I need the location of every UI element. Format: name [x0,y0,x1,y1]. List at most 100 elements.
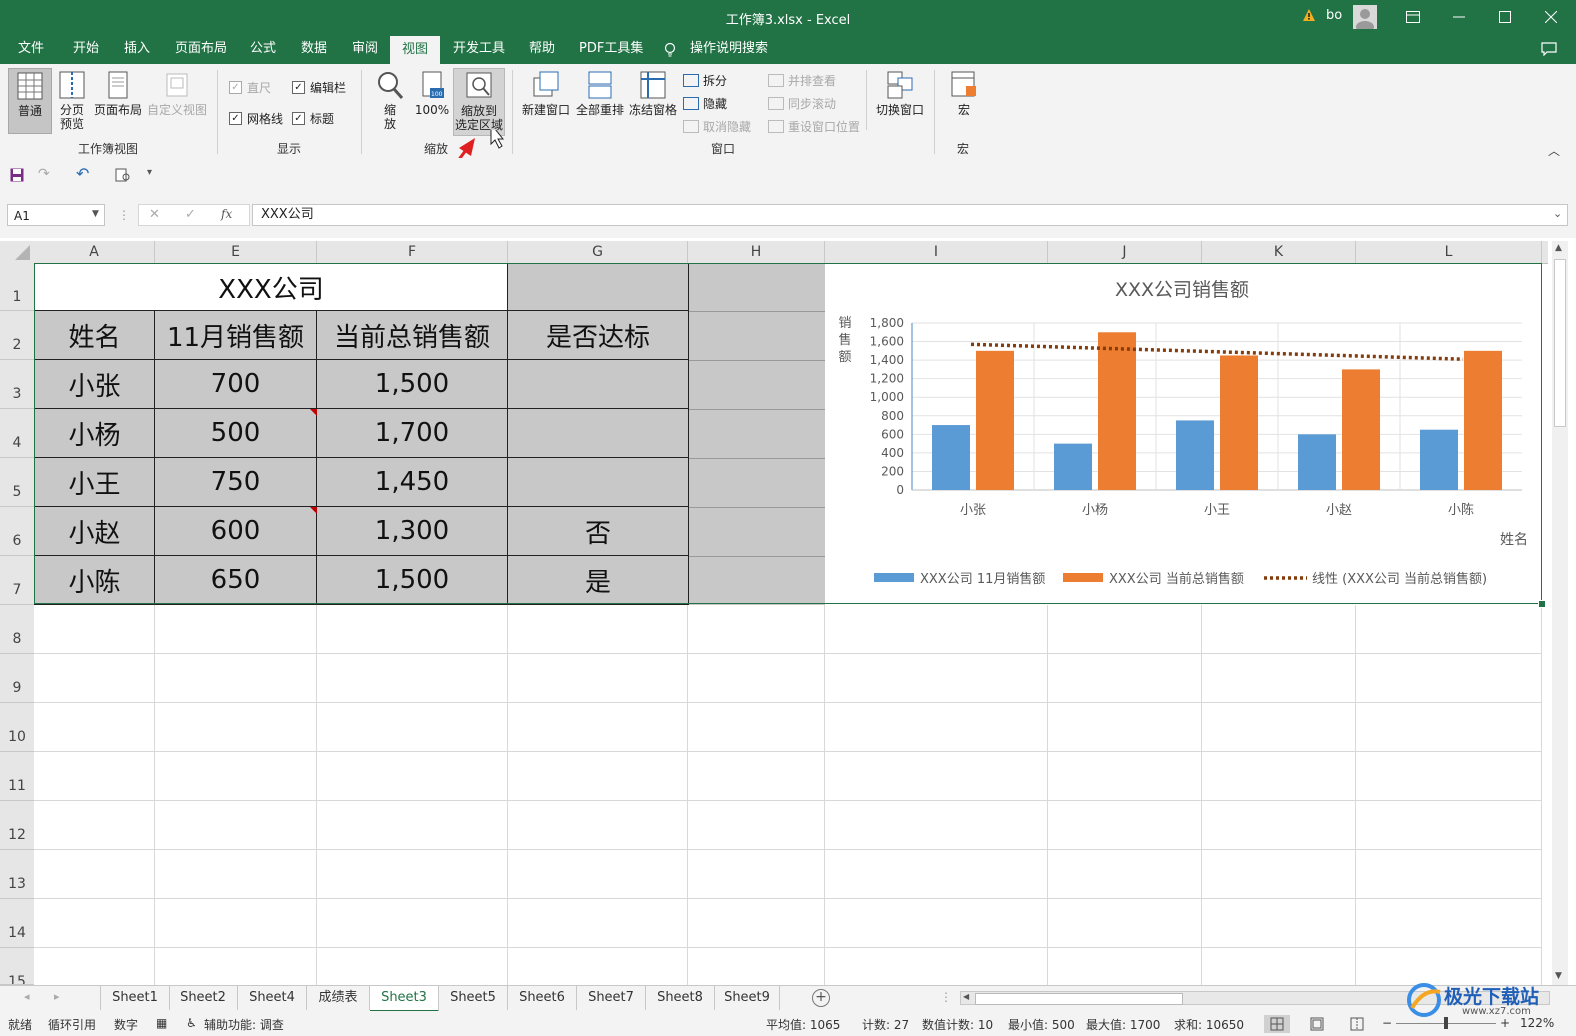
sheet-tab[interactable]: Sheet5 [439,986,508,1010]
column-header[interactable]: J [1048,241,1202,263]
switch-windows-button[interactable]: 切换窗口 [874,70,926,117]
gridlines-checkbox[interactable]: ✓ 网格线 [229,110,283,127]
view-side-by-side-button[interactable]: 并排查看 [768,72,836,89]
insert-function-icon[interactable]: fx [221,207,232,221]
column-header[interactable]: F [317,241,508,263]
arrange-all-button[interactable]: 全部重排 [575,70,625,117]
minimize-icon[interactable] [1436,0,1482,34]
tab-scroll-left-icon[interactable]: ◂ [24,990,30,1003]
zoom-out-icon[interactable]: − [1382,1016,1392,1030]
table-header-cell[interactable]: 当前总销售额 [317,311,508,360]
vertical-scrollbar[interactable]: ▲ ▼ [1552,241,1568,985]
redo-icon[interactable]: ↷ [38,166,50,182]
row-header[interactable]: 7 [0,556,34,605]
tell-me-search[interactable]: 操作说明搜索 [688,34,770,64]
comments-icon[interactable] [1541,42,1557,57]
name-box-dropdown-icon[interactable]: ▼ [92,209,99,219]
row-header[interactable]: 5 [0,458,34,507]
page-layout-status-icon[interactable] [1310,1017,1324,1034]
row-header[interactable]: 14 [0,899,34,948]
table-cell[interactable]: 650 [155,556,317,605]
sheet-tab[interactable]: Sheet7 [577,986,646,1010]
unhide-button[interactable]: 取消隐藏 [683,118,751,135]
table-cell[interactable]: 否 [508,507,689,556]
user-name[interactable]: bo [1326,8,1342,23]
page-layout-view-button[interactable]: 页面布局 [92,70,144,117]
table-title-cell[interactable]: XXX公司 [34,263,508,311]
tab-developer[interactable]: 开发工具 [451,34,507,64]
sheet-tab[interactable]: 成绩表 [307,986,370,1010]
hide-button[interactable]: 隐藏 [683,95,727,112]
tab-scroll-right-icon[interactable]: ▸ [54,990,60,1003]
tab-page-layout[interactable]: 页面布局 [173,34,229,64]
column-header[interactable]: A [34,241,155,263]
normal-view-status-icon[interactable] [1264,1015,1290,1033]
table-cell[interactable]: 700 [155,360,317,409]
split-button[interactable]: 拆分 [683,72,727,89]
sales-chart[interactable]: XXX公司销售额销售额 0 200 400 600 800 1,000 1,200 1,400 1… [825,263,1541,603]
table-cell[interactable]: 500 [155,409,317,458]
tab-view[interactable]: 视图 [390,36,441,64]
tab-home[interactable]: 开始 [71,34,101,64]
table-cell[interactable] [508,409,689,458]
collapse-ribbon-icon[interactable]: ︿ [1548,142,1560,159]
row-header[interactable]: 15 [0,948,34,985]
reset-window-position-button[interactable]: 重设窗口位置 [768,118,860,135]
page-break-preview-button[interactable]: 分页 预览 [54,70,90,131]
sync-scroll-button[interactable]: 同步滚动 [768,95,836,112]
row-header[interactable]: 8 [0,605,34,654]
row-header[interactable]: 10 [0,703,34,752]
tab-review[interactable]: 审阅 [350,34,380,64]
tab-insert[interactable]: 插入 [122,34,152,64]
ruler-checkbox[interactable]: ✓ 直尺 [229,79,271,96]
normal-view-button[interactable]: 普通 [8,68,52,134]
scroll-thumb[interactable] [1554,259,1566,427]
table-cell[interactable]: 小陈 [34,556,155,605]
table-cell[interactable]: 750 [155,458,317,507]
sheet-tab[interactable]: Sheet6 [508,986,577,1010]
row-header[interactable]: 11 [0,752,34,801]
warning-icon[interactable] [1302,8,1316,22]
table-cell[interactable] [508,458,689,507]
comment-indicator-icon[interactable] [310,409,317,416]
macros-button[interactable]: 宏 [944,70,984,117]
undo-icon[interactable]: ↶ [76,164,89,183]
save-icon[interactable] [10,168,24,182]
close-icon[interactable] [1528,0,1574,34]
row-header[interactable]: 2 [0,311,34,360]
column-header[interactable]: E [155,241,317,263]
table-cell[interactable]: 1,500 [317,360,508,409]
table-cell[interactable]: 1,500 [317,556,508,605]
status-accessibility[interactable]: 辅助功能: 调查 [204,1016,284,1033]
zoom-button[interactable]: 缩 放 [372,70,408,131]
headings-checkbox[interactable]: ✓ 标题 [292,110,334,127]
page-break-status-icon[interactable] [1350,1017,1364,1034]
expand-formula-bar-icon[interactable]: ⌄ [1553,207,1562,220]
customize-qat-icon[interactable]: ▾ [147,167,152,178]
row-header[interactable]: 1 [0,263,34,311]
formula-input[interactable]: XXX公司 [252,204,1568,226]
tab-pdf-tools[interactable]: PDF工具集 [577,34,645,64]
table-cell[interactable]: 600 [155,507,317,556]
row-header[interactable]: 12 [0,801,34,850]
add-sheet-icon[interactable]: + [812,989,830,1007]
sheet-tab-active[interactable]: Sheet3 [370,986,439,1012]
sheet-tab[interactable]: Sheet9 [715,986,780,1010]
table-cell[interactable]: 是 [508,556,689,605]
zoom-to-selection-button[interactable]: 缩放到 选定区域 [453,68,505,136]
row-header[interactable]: 9 [0,654,34,703]
sheet-tab[interactable]: Sheet8 [646,986,715,1010]
macro-record-icon[interactable]: ▦ [156,1016,167,1030]
table-cell[interactable]: 1,450 [317,458,508,507]
name-box[interactable]: A1 [7,204,105,226]
tab-file[interactable]: 文件 [16,34,46,64]
row-header[interactable]: 3 [0,360,34,409]
print-preview-icon[interactable] [115,168,131,182]
row-header[interactable]: 4 [0,409,34,458]
sheet-tab[interactable]: Sheet4 [238,986,307,1010]
hscroll-left-icon[interactable]: ◀ [963,992,969,1001]
ribbon-display-icon[interactable] [1390,0,1436,34]
custom-views-button[interactable]: 自定义视图 [146,70,208,117]
table-cell[interactable]: 小赵 [34,507,155,556]
column-header[interactable]: L [1356,241,1542,263]
